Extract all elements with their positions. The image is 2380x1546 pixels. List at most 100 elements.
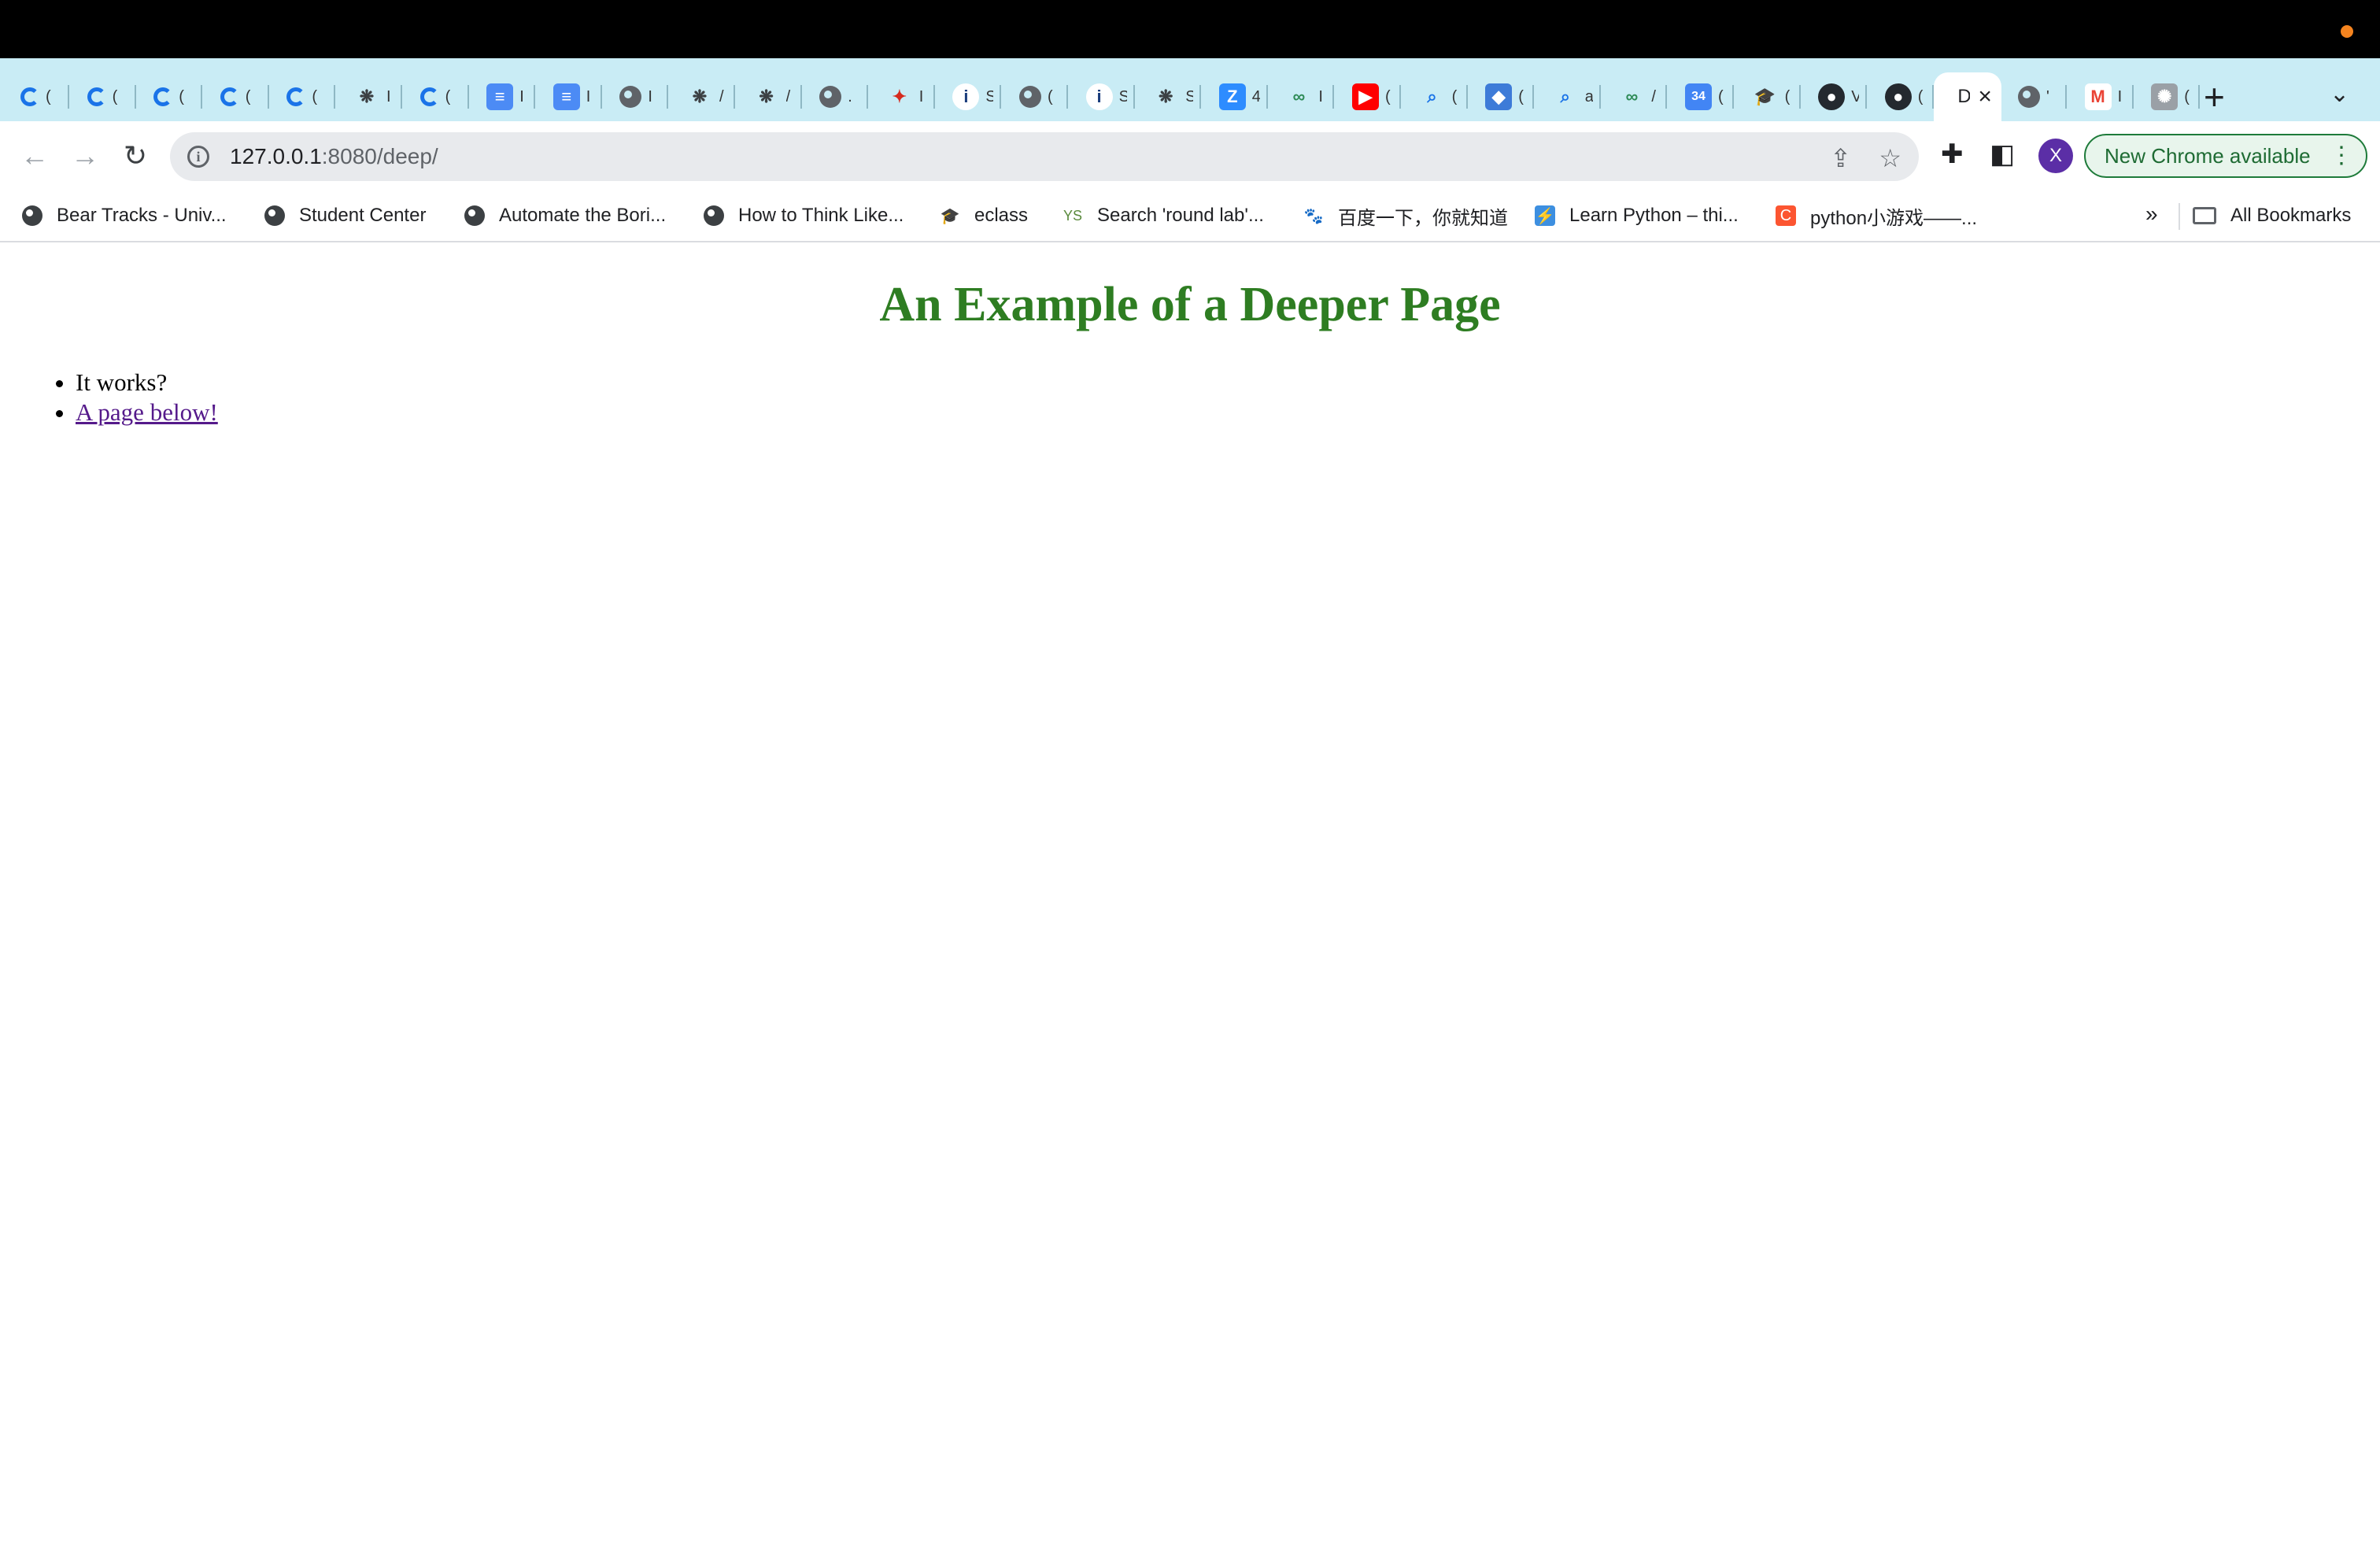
- browser-tab[interactable]: Z4: [1202, 72, 1268, 121]
- globe-icon: [819, 86, 842, 108]
- browser-tab[interactable]: ● V: [1801, 72, 1868, 121]
- docs-icon: ≡: [552, 83, 580, 110]
- page-heading: An Example of a Deeper Page: [879, 278, 1501, 331]
- bookmark-item[interactable]: ⚡ Learn Python – thi...: [1535, 202, 1739, 230]
- tab-title: (: [1048, 87, 1053, 105]
- browser-tab[interactable]: ❋ /: [736, 72, 802, 121]
- address-bar[interactable]: i 127.0.0.1:8080/deep/ ⇪ ☆: [170, 132, 1919, 181]
- browser-tab[interactable]: (: [203, 72, 269, 121]
- status-dot: [2341, 25, 2353, 38]
- bookmark-item[interactable]: Student Center: [264, 202, 426, 230]
- browser-tab[interactable]: ✺(: [2134, 72, 2201, 121]
- browser-tab[interactable]: (: [1002, 72, 1068, 121]
- browser-tab[interactable]: (: [3, 72, 69, 121]
- tab-title: I: [1318, 87, 1323, 105]
- browser-tab[interactable]: ◆(: [1468, 72, 1535, 121]
- new-tab-button[interactable]: +: [2204, 79, 2225, 115]
- site-info-icon[interactable]: i: [187, 146, 209, 168]
- browser-tab[interactable]: ●(: [1868, 72, 1934, 121]
- browser-tab[interactable]: ∞ /: [1601, 72, 1668, 121]
- bookmark-item[interactable]: Cpython小游戏——...: [1776, 202, 1977, 230]
- chrome-update-button[interactable]: New Chrome available ⋮: [2084, 134, 2367, 178]
- browser-tab[interactable]: 34 (: [1668, 72, 1734, 121]
- bookmark-label: 百度一下，你就知道: [1338, 207, 1508, 229]
- tab-title: V: [1851, 87, 1860, 105]
- browser-tab[interactable]: .: [802, 72, 869, 121]
- browser-tab[interactable]: ≡ I: [469, 72, 536, 121]
- browser-tab[interactable]: (: [269, 72, 336, 121]
- bookmark-item[interactable]: 🐾 百度一下，你就知道: [1303, 202, 1508, 230]
- bookmark-item[interactable]: How to Think Like...: [704, 202, 904, 230]
- bookmark-item[interactable]: 🎓 eclass: [940, 202, 1028, 230]
- browser-tab[interactable]: 🎓(: [1735, 72, 1801, 121]
- bee-icon: ❋: [1158, 87, 1173, 106]
- info-icon: i: [1085, 83, 1113, 110]
- maple-leaf-icon: ✦: [892, 87, 907, 106]
- browser-tab[interactable]: ≡ I: [536, 72, 602, 121]
- browser-tab[interactable]: ❋ /: [669, 72, 735, 121]
- browser-tab[interactable]: iS: [1069, 72, 1135, 121]
- profile-avatar[interactable]: X: [2038, 139, 2073, 173]
- tab-title: (: [112, 87, 118, 105]
- back-button[interactable]: ←: [16, 137, 54, 175]
- share-icon[interactable]: ⇪: [1830, 143, 1851, 173]
- tab-title: (: [2184, 87, 2190, 105]
- browser-tab[interactable]: (: [403, 72, 469, 121]
- tab-title: I: [586, 87, 591, 105]
- loading-spinner-icon: [20, 87, 39, 106]
- bee-icon: ❋: [359, 87, 375, 106]
- search-icon: ⌕: [1560, 87, 1570, 106]
- bookmark-item[interactable]: YS Search 'round lab'...: [1062, 202, 1264, 230]
- browser-tab[interactable]: ∞ I: [1268, 72, 1335, 121]
- bookmark-item[interactable]: Automate the Bori...: [464, 202, 666, 230]
- globe-icon: [704, 205, 724, 226]
- browser-tab[interactable]: ▶(: [1335, 72, 1401, 121]
- extensions-icon[interactable]: ✚: [1941, 139, 1964, 170]
- browser-tab[interactable]: ❋ I: [336, 72, 402, 121]
- browser-tab[interactable]: MI: [2068, 72, 2134, 121]
- learnpython-icon: ⚡: [1535, 205, 1555, 226]
- loading-spinner-icon: [87, 87, 106, 106]
- all-bookmarks-button[interactable]: All Bookmarks: [2193, 202, 2351, 230]
- menu-dots-icon[interactable]: ⋮: [2330, 142, 2353, 170]
- reload-button[interactable]: ↻: [116, 137, 154, 175]
- tab-title: I: [386, 87, 391, 105]
- list-item-page-below: A page below!: [76, 398, 2380, 427]
- browser-tab[interactable]: ✦ I: [869, 72, 935, 121]
- content-list: It works? A page below!: [0, 368, 2380, 427]
- side-panel-icon[interactable]: ◧: [1990, 139, 2015, 170]
- tab-separator: [2198, 85, 2201, 109]
- bookmark-star-icon[interactable]: ☆: [1879, 143, 1901, 173]
- browser-tab[interactable]: ': [2001, 72, 2067, 121]
- bookmarks-overflow-button[interactable]: »: [2145, 202, 2158, 227]
- browser-tab[interactable]: D ×: [1934, 72, 2002, 121]
- tab-title: 4: [1251, 87, 1260, 105]
- browser-tab[interactable]: ❋ S: [1135, 72, 1202, 121]
- info-icon: i: [952, 83, 980, 110]
- url-text[interactable]: 127.0.0.1:8080/deep/: [230, 144, 438, 169]
- tab-title: .: [848, 87, 852, 105]
- browser-tab[interactable]: ⌕ a: [1535, 72, 1601, 121]
- tab-title: S: [1185, 87, 1194, 105]
- tab-title: (: [245, 87, 251, 105]
- docs-icon: ≡: [486, 83, 514, 110]
- forward-button[interactable]: →: [66, 137, 104, 175]
- bookmarks-bar: » All Bookmarks Bear Tracks - Univ... Stu…: [0, 190, 2380, 242]
- globe-icon: [264, 205, 285, 226]
- zoom-icon: Z: [1218, 83, 1246, 110]
- close-tab-icon[interactable]: ×: [1978, 83, 1992, 110]
- browser-tab[interactable]: I: [602, 72, 669, 121]
- browser-tab[interactable]: (: [136, 72, 203, 121]
- bookmark-item[interactable]: Bear Tracks - Univ...: [22, 202, 227, 230]
- calendar-icon: 34: [1685, 83, 1712, 110]
- update-label: New Chrome available: [2105, 143, 2311, 168]
- browser-tab[interactable]: ⌕(: [1402, 72, 1468, 121]
- loading-spinner-icon: [419, 87, 439, 106]
- eclass-icon: 🎓: [1754, 87, 1776, 106]
- tab-search-button[interactable]: ⌄: [2330, 80, 2349, 108]
- browser-tab[interactable]: (: [70, 72, 136, 121]
- browser-tab[interactable]: iS: [935, 72, 1002, 121]
- page-below-link[interactable]: A page below!: [76, 398, 218, 426]
- os-menu-bar: [0, 0, 2380, 58]
- tab-title: /: [1651, 87, 1656, 105]
